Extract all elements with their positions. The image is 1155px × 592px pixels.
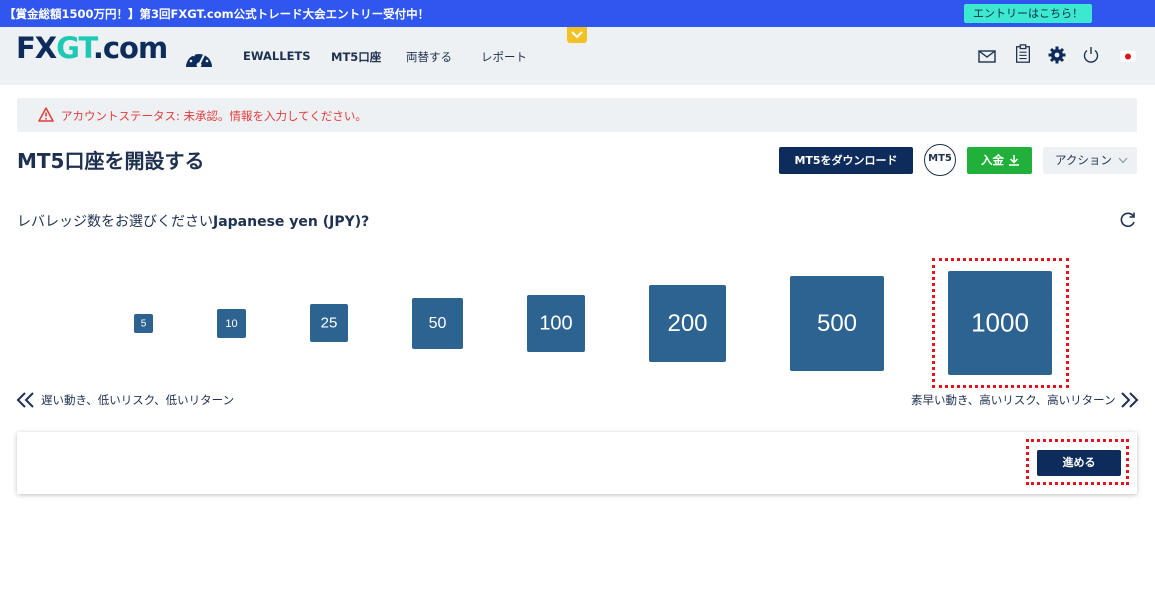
- leverage-option-500[interactable]: 500: [790, 276, 884, 371]
- chevrons-left-icon: [16, 392, 34, 408]
- chevron-down-icon: [1118, 157, 1128, 164]
- leverage-option-label: 50: [428, 314, 447, 332]
- leverage-option-label: 100: [539, 312, 573, 334]
- leverage-option-5[interactable]: 5: [134, 314, 153, 333]
- refresh-icon[interactable]: [1118, 210, 1138, 230]
- japan-flag-icon[interactable]: [1118, 46, 1138, 66]
- dashboard-gauge-icon[interactable]: [184, 45, 214, 69]
- leverage-option-25[interactable]: 25: [310, 304, 348, 342]
- nav-dropdown-toggle[interactable]: [567, 27, 587, 43]
- action-card: [17, 432, 1137, 494]
- top-navbar: FXGT.com EWALLETS MT5口座 両替する レポート: [0, 27, 1155, 85]
- leverage-question: レバレッジ数をお選びくださいJapanese yen (JPY)?: [17, 211, 369, 231]
- mt5-platform-badge[interactable]: MT5: [924, 144, 956, 176]
- leverage-currency: Japanese yen (JPY)?: [213, 214, 370, 230]
- warning-icon: [38, 107, 54, 122]
- download-mt5-button[interactable]: MT5をダウンロード: [779, 147, 913, 174]
- leverage-option-label: 10: [225, 317, 238, 330]
- leverage-question-text: レバレッジ数をお選びください: [17, 214, 213, 230]
- gear-icon[interactable]: [1047, 45, 1067, 65]
- logo-fx: FX: [16, 31, 57, 65]
- logo-com: .com: [92, 31, 168, 65]
- leverage-option-label: 25: [320, 314, 338, 332]
- leverage-option-label: 200: [667, 309, 708, 337]
- entry-button[interactable]: エントリーはこちら！: [964, 4, 1092, 23]
- alert-text: アカウントステータス: 未承認。情報を入力してください。: [61, 109, 367, 123]
- nav-reports[interactable]: レポート: [481, 49, 527, 65]
- scale-low-label: 遅い動き、低いリスク、低いリターン: [41, 393, 235, 407]
- leverage-option-10[interactable]: 10: [217, 309, 246, 338]
- mail-icon[interactable]: [977, 46, 997, 66]
- account-status-alert: アカウントステータス: 未承認。情報を入力してください。: [17, 98, 1137, 132]
- leverage-option-label: 5: [140, 318, 147, 329]
- leverage-option-100[interactable]: 100: [527, 295, 585, 352]
- chevrons-right-icon: [1121, 392, 1139, 408]
- next-button-highlight: [1026, 439, 1129, 485]
- nav-mt5-accounts[interactable]: MT5口座: [331, 49, 381, 65]
- logo-gt: GT: [56, 31, 94, 65]
- nav-exchange[interactable]: 両替する: [406, 49, 452, 65]
- action-dropdown[interactable]: アクション: [1043, 147, 1137, 174]
- promo-banner-text: 【賞金総額1500万円！】第3回FXGT.com公式トレード大会エントリー受付中…: [4, 7, 430, 21]
- nav-ewallets[interactable]: EWALLETS: [243, 49, 311, 63]
- leverage-option-50[interactable]: 50: [412, 298, 463, 349]
- action-dropdown-label: アクション: [1055, 153, 1112, 167]
- scale-high-label: 素早い動き、高いリスク、高いリターン: [911, 393, 1116, 407]
- fxgt-logo[interactable]: FXGT.com: [16, 31, 168, 65]
- promo-banner: 【賞金総額1500万円！】第3回FXGT.com公式トレード大会エントリー受付中…: [0, 0, 1155, 27]
- deposit-button-label: 入金: [981, 153, 1004, 167]
- page-title: MT5口座を開設する: [17, 149, 205, 173]
- leverage-option-200[interactable]: 200: [649, 285, 726, 362]
- deposit-button[interactable]: 入金: [967, 147, 1032, 174]
- power-icon[interactable]: [1081, 45, 1101, 65]
- download-arrow-icon: [1009, 155, 1019, 166]
- chevron-down-icon: [571, 31, 583, 39]
- clipboard-icon[interactable]: [1013, 44, 1033, 64]
- selected-option-highlight: [932, 258, 1069, 388]
- leverage-option-label: 500: [816, 309, 858, 337]
